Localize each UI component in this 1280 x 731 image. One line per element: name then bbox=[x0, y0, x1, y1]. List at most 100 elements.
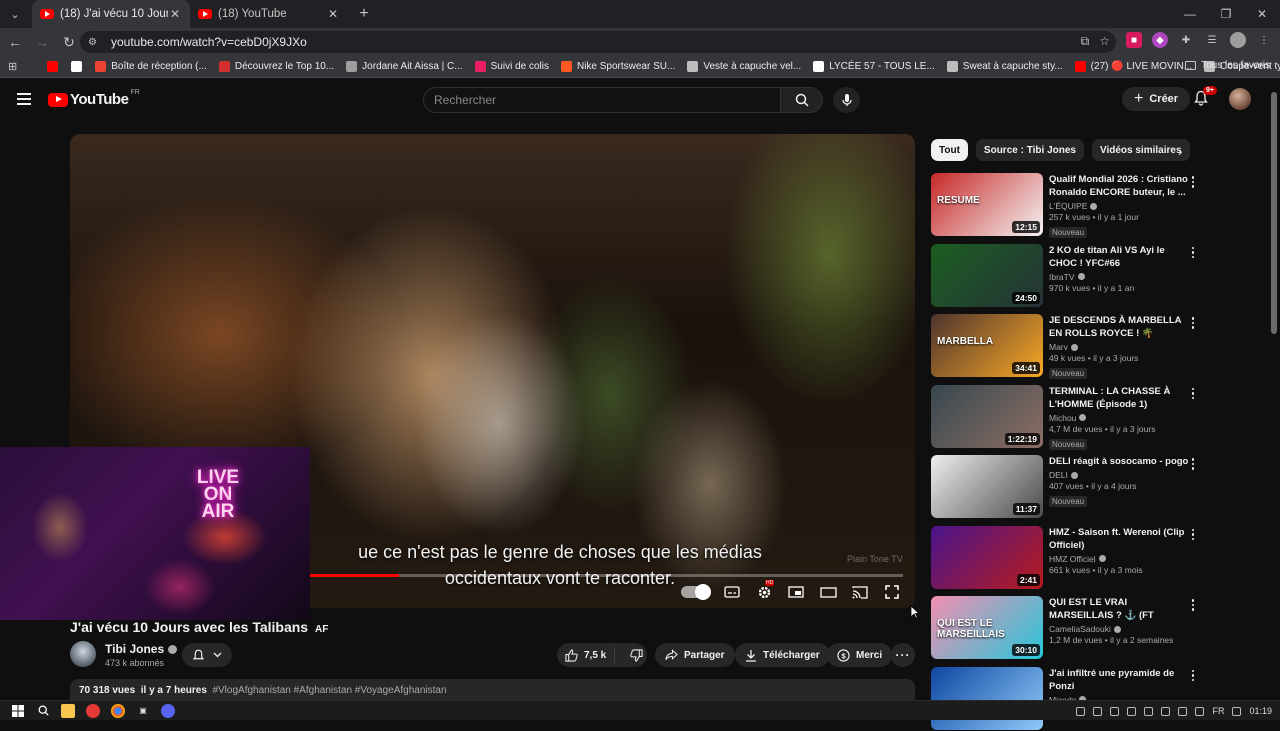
video-thumbnail[interactable]: QUI EST LE MARSEILLAIS 30:10 bbox=[931, 596, 1043, 659]
recommendation-item[interactable]: 24:50 2 KO de titan Ali VS Ayi le CHOC ! … bbox=[931, 243, 1261, 308]
bookmark-item[interactable] bbox=[71, 61, 87, 72]
bookmark-item[interactable]: Nike Sportswear SU... bbox=[560, 61, 675, 72]
address-bar[interactable]: ⚙ youtube.com/watch?v=cebD0jX9JXo ⧉ ☆ bbox=[80, 31, 1116, 53]
share-button[interactable]: Partager bbox=[655, 643, 735, 667]
bookmark-star-icon[interactable]: ☆ bbox=[1099, 34, 1110, 49]
recommendation-item[interactable]: 1:22:19 TERMINAL : LA CHASSE À L'HOMME (É… bbox=[931, 384, 1261, 450]
back-button[interactable]: ← bbox=[3, 30, 27, 54]
file-explorer-icon[interactable] bbox=[61, 703, 75, 718]
video-thumbnail[interactable]: MARBELLA 34:41 bbox=[931, 314, 1043, 377]
recommendation-item[interactable]: 2:41 HMZ - Saison ft. Werenoi (Clip Offic… bbox=[931, 525, 1261, 590]
recommendation-title[interactable]: DELI réagit à sosocamo - pogo bbox=[1049, 455, 1189, 468]
video-thumbnail[interactable]: 11:37 bbox=[931, 455, 1043, 518]
cast-icon[interactable] bbox=[851, 584, 869, 600]
bookmark-item[interactable]: Veste à capuche vel... bbox=[687, 61, 801, 72]
recommendation-item[interactable]: QUI EST LE MARSEILLAIS 30:10 QUI EST LE VR… bbox=[931, 596, 1261, 660]
bookmark-item[interactable]: Jordane Ait Aissa | C... bbox=[346, 61, 463, 72]
tray-app-icon[interactable] bbox=[1161, 706, 1171, 716]
fullscreen-icon[interactable] bbox=[883, 584, 901, 600]
progress-bar[interactable] bbox=[310, 574, 903, 577]
site-info-icon[interactable]: ⚙ bbox=[88, 35, 102, 49]
all-bookmarks[interactable]: Tous les favoris bbox=[1185, 60, 1270, 71]
close-tab-icon[interactable]: ✕ bbox=[168, 7, 182, 21]
download-button[interactable]: Télécharger bbox=[735, 643, 830, 667]
reading-list-icon[interactable]: ☰ bbox=[1204, 32, 1220, 48]
search-button[interactable] bbox=[781, 87, 823, 113]
windows-start-icon[interactable] bbox=[11, 704, 25, 718]
more-vertical-icon[interactable] bbox=[1189, 458, 1197, 470]
like-button[interactable]: 7,5 k bbox=[557, 647, 615, 663]
bookmark-item[interactable]: (27) 🔴 LIVE MOVIN... bbox=[1074, 61, 1192, 72]
terminal-icon[interactable]: ▣ bbox=[136, 704, 150, 718]
recommendation-title[interactable]: QUI EST LE VRAI MARSEILLAIS ? ⚓ (FT BEBE… bbox=[1049, 596, 1189, 622]
reload-button[interactable]: ↻ bbox=[57, 30, 81, 54]
volume-icon[interactable] bbox=[1195, 706, 1205, 716]
dislike-button[interactable] bbox=[621, 648, 643, 662]
profile-avatar[interactable] bbox=[1230, 32, 1246, 48]
video-thumbnail[interactable]: RESUME 12:15 bbox=[931, 173, 1043, 236]
chip-related[interactable]: Vidéos similaires bbox=[1091, 139, 1190, 161]
recommendation-channel[interactable]: Michou bbox=[1049, 413, 1189, 423]
more-vertical-icon[interactable] bbox=[1189, 669, 1197, 681]
chip-source-channel[interactable]: Source : Tibi Jones bbox=[975, 139, 1084, 161]
bookmark-item[interactable] bbox=[47, 61, 63, 72]
keyboard-language[interactable]: FR bbox=[1212, 706, 1224, 716]
browser-menu-icon[interactable]: ⋮ bbox=[1256, 32, 1272, 48]
close-window-icon[interactable]: ✕ bbox=[1244, 0, 1280, 28]
new-tab-button[interactable]: + bbox=[354, 5, 374, 23]
channel-name[interactable]: Tibi Jones bbox=[105, 642, 178, 656]
recommendation-title[interactable]: JE DESCENDS À MARBELLA EN ROLLS ROYCE ! … bbox=[1049, 314, 1189, 340]
bookmark-item[interactable]: LYCÉE 57 - TOUS LE... bbox=[813, 61, 935, 72]
opera-icon[interactable] bbox=[86, 703, 100, 718]
recommendation-title[interactable]: Qualif Mondial 2026 : Cristiano Ronaldo … bbox=[1049, 173, 1189, 199]
recommendation-title[interactable]: TERMINAL : LA CHASSE À L'HOMME (Épisode … bbox=[1049, 385, 1189, 411]
network-icon[interactable] bbox=[1178, 706, 1188, 716]
thanks-button[interactable]: $ Merci bbox=[827, 643, 893, 667]
bookmark-item[interactable]: Boîte de réception (... bbox=[95, 61, 207, 72]
tab-youtube[interactable]: (18) YouTube ✕ bbox=[190, 0, 348, 28]
settings-gear-icon[interactable]: HD bbox=[755, 580, 775, 600]
autoplay-toggle[interactable] bbox=[681, 584, 711, 600]
search-icon[interactable] bbox=[36, 704, 50, 718]
video-thumbnail[interactable] bbox=[931, 666, 1043, 730]
recommendation-item[interactable]: 11:37 DELI réagit à sosocamo - pogo DELI 40… bbox=[931, 455, 1261, 519]
puzzle-icon[interactable]: ✚ bbox=[1178, 32, 1194, 48]
tab-active[interactable]: (18) J'ai vécu 10 Jours avec les Taliban… bbox=[32, 0, 190, 28]
youtube-logo[interactable]: YouTube FR bbox=[48, 89, 140, 108]
video-thumbnail[interactable]: 24:50 bbox=[931, 243, 1043, 307]
video-thumbnail[interactable]: 1:22:19 bbox=[931, 384, 1043, 448]
voice-search-button[interactable] bbox=[833, 87, 860, 113]
close-tab-icon[interactable]: ✕ bbox=[326, 7, 340, 21]
recommendation-title[interactable]: HMZ - Saison ft. Werenoi (Clip Officiel) bbox=[1049, 526, 1189, 552]
forward-button[interactable]: → bbox=[30, 30, 54, 54]
tray-app-icon[interactable] bbox=[1093, 706, 1103, 716]
more-vertical-icon[interactable] bbox=[1189, 317, 1197, 329]
recommendation-channel[interactable]: CameliaSadouki bbox=[1049, 624, 1189, 634]
search-input[interactable] bbox=[423, 87, 781, 113]
more-vertical-icon[interactable] bbox=[1189, 176, 1197, 188]
extension-icon[interactable]: ■ bbox=[1126, 32, 1142, 48]
clock[interactable]: 01:19 bbox=[1249, 706, 1272, 716]
recommendation-title[interactable]: 2 KO de titan Ali VS Ayi le CHOC ! YFC#6… bbox=[1049, 244, 1189, 270]
minimize-icon[interactable]: — bbox=[1172, 0, 1208, 28]
recommendation-channel[interactable]: IbraTV bbox=[1049, 272, 1189, 282]
video-thumbnail[interactable]: 2:41 bbox=[931, 525, 1043, 589]
more-vertical-icon[interactable] bbox=[1189, 528, 1197, 540]
create-button[interactable]: + Créer bbox=[1122, 87, 1191, 111]
chip-all[interactable]: Tout bbox=[931, 139, 968, 161]
recommendation-channel[interactable]: L'ÉQUIPE bbox=[1049, 201, 1189, 211]
subscription-bell-button[interactable] bbox=[182, 643, 232, 667]
tray-app-icon[interactable] bbox=[1144, 706, 1154, 716]
tab-search-button[interactable]: ⌄ bbox=[4, 4, 26, 24]
more-vertical-icon[interactable] bbox=[1189, 246, 1197, 258]
tray-app-icon[interactable] bbox=[1076, 706, 1086, 716]
account-avatar[interactable] bbox=[1229, 88, 1251, 110]
restore-icon[interactable]: ❐ bbox=[1208, 0, 1244, 28]
bluetooth-icon[interactable] bbox=[1127, 706, 1137, 716]
extension-icon[interactable]: ◆ bbox=[1152, 32, 1168, 48]
hashtags[interactable]: #VlogAfghanistan #Afghanistan #VoyageAfg… bbox=[212, 685, 446, 696]
recommendation-item[interactable]: RESUME 12:15 Qualif Mondial 2026 : Cristia… bbox=[931, 173, 1261, 238]
bookmark-item[interactable]: Sweat à capuche sty... bbox=[946, 61, 1063, 72]
menu-icon[interactable] bbox=[17, 93, 31, 108]
page-scrollbar[interactable] bbox=[1271, 92, 1277, 334]
